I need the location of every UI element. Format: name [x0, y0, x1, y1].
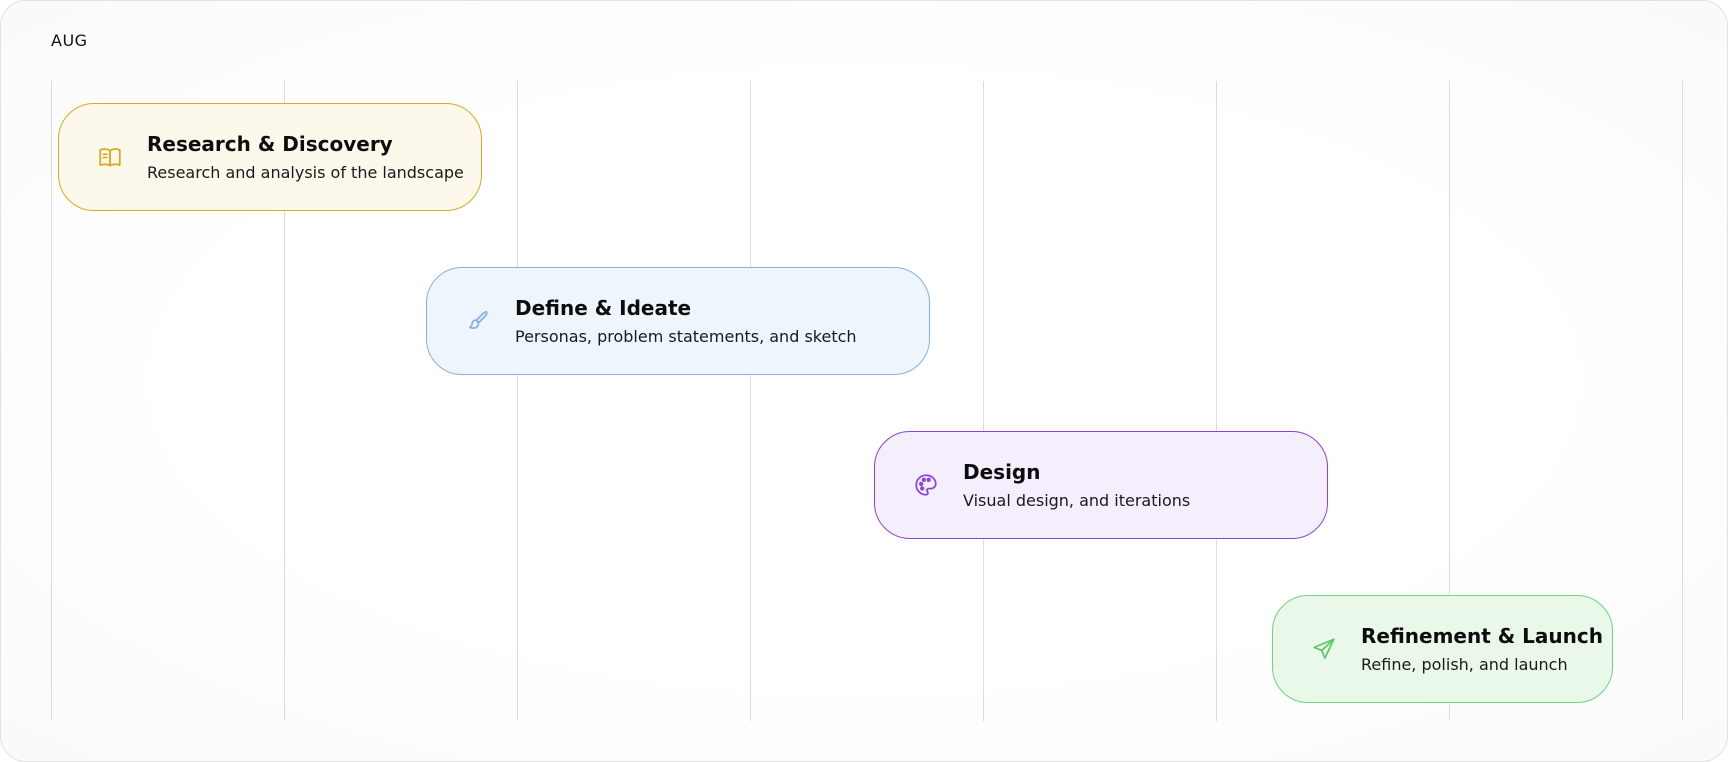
- phase-card-define-ideate[interactable]: Define & Ideate Personas, problem statem…: [426, 267, 930, 375]
- grid-line: [983, 81, 984, 721]
- phase-card-refinement-launch[interactable]: Refinement & Launch Refine, polish, and …: [1272, 595, 1613, 703]
- grid-line: [517, 81, 518, 721]
- phase-text: Design Visual design, and iterations: [963, 459, 1190, 512]
- phase-title: Refinement & Launch: [1361, 623, 1603, 648]
- phase-text: Research & Discovery Research and analys…: [147, 131, 464, 184]
- phase-description: Visual design, and iterations: [963, 490, 1191, 510]
- grid-line: [1216, 81, 1217, 721]
- grid-line: [750, 81, 751, 721]
- month-label: AUG: [51, 31, 88, 50]
- phase-description: Research and analysis of the landscape: [147, 162, 464, 182]
- grid-line: [51, 81, 52, 721]
- phase-card-research-discovery[interactable]: Research & Discovery Research and analys…: [58, 103, 482, 211]
- phase-title: Design: [963, 459, 1041, 484]
- phase-title: Research & Discovery: [147, 131, 393, 156]
- paper-plane-icon: [1309, 634, 1339, 664]
- phase-description: Refine, polish, and launch: [1361, 654, 1568, 674]
- paintbrush-icon: [463, 306, 493, 336]
- grid-line: [1682, 81, 1683, 721]
- timeline-panel: AUG Research & Discovery Research and an…: [0, 0, 1728, 762]
- open-book-icon: [95, 142, 125, 172]
- phase-text: Define & Ideate Personas, problem statem…: [515, 295, 857, 348]
- palette-icon: [911, 470, 941, 500]
- phase-card-design[interactable]: Design Visual design, and iterations: [874, 431, 1328, 539]
- phase-text: Refinement & Launch Refine, polish, and …: [1361, 623, 1603, 676]
- phase-description: Personas, problem statements, and sketch: [515, 326, 857, 346]
- phase-title: Define & Ideate: [515, 295, 692, 320]
